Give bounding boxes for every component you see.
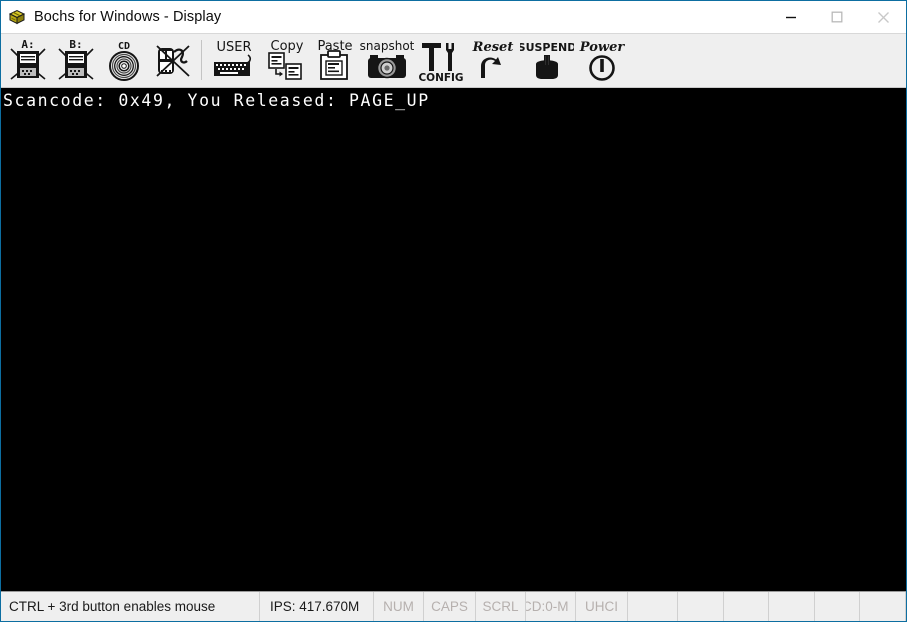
keyboard-icon: USER <box>214 40 252 76</box>
camera-icon: snapshot <box>360 39 414 79</box>
close-icon <box>877 11 889 23</box>
uhci-indicator: UHCI <box>576 592 628 621</box>
status-slot-empty-3 <box>724 592 770 621</box>
floppy-disk-b-icon: B: <box>58 38 94 80</box>
svg-text:A:: A: <box>21 38 34 51</box>
power-icon: Power <box>579 40 626 81</box>
svg-text:snapshot: snapshot <box>360 39 414 53</box>
vga-scancode-text: Scancode: 0x49, You Released: PAGE_UP <box>3 91 430 110</box>
copy-icon: Copy <box>268 39 304 80</box>
paste-button[interactable]: Paste <box>311 34 359 86</box>
user-button[interactable]: USER <box>207 34 263 86</box>
minimize-button[interactable] <box>768 2 814 33</box>
copy-button[interactable]: Copy <box>263 34 311 86</box>
floppy-disk-a-icon: A: <box>10 38 46 80</box>
power-button[interactable]: Power <box>575 34 629 86</box>
svg-text:B:: B: <box>69 38 82 51</box>
status-slot-empty-1 <box>628 592 678 621</box>
window-title: Bochs for Windows - Display <box>34 9 222 25</box>
title-bar: Bochs for Windows - Display <box>1 1 906 34</box>
maximize-button[interactable] <box>814 2 860 33</box>
toolbar-separator <box>201 40 202 80</box>
config-button[interactable]: CONFIG <box>415 34 467 86</box>
mouse-button[interactable] <box>148 34 196 86</box>
status-slot-empty-6 <box>860 592 906 621</box>
suspend-button[interactable]: SUSPEND <box>519 34 575 86</box>
minimize-icon <box>786 16 796 19</box>
status-slot-empty-4 <box>769 592 815 621</box>
maximize-icon <box>831 11 843 23</box>
scroll-lock-indicator: SCRL <box>476 592 526 621</box>
svg-text:CONFIG: CONFIG <box>418 72 463 84</box>
svg-text:Power: Power <box>579 40 626 55</box>
floppy-b-button[interactable]: B: <box>52 34 100 86</box>
status-message: CTRL + 3rd button enables mouse <box>1 592 260 621</box>
caps-lock-indicator: CAPS <box>424 592 476 621</box>
num-lock-indicator: NUM <box>374 592 424 621</box>
cdrom-disc-icon: CD <box>109 41 139 81</box>
toolbar: A: B: CD USER Copy Paste snapshot CONFIG… <box>1 34 906 88</box>
close-button[interactable] <box>860 2 906 33</box>
status-slot-empty-2 <box>678 592 724 621</box>
snapshot-button[interactable]: snapshot <box>359 34 415 86</box>
ips-counter: IPS: 417.670M <box>260 592 374 621</box>
cdrom-button[interactable]: CD <box>100 34 148 86</box>
svg-text:USER: USER <box>216 40 251 55</box>
status-slot-empty-5 <box>815 592 861 621</box>
svg-text:SUSPEND: SUSPEND <box>520 41 574 54</box>
clipboard-paste-icon: Paste <box>317 39 353 80</box>
bochs-box-icon <box>8 8 26 26</box>
reset-arrow-icon: Reset <box>472 40 514 78</box>
svg-text:CD: CD <box>118 41 130 52</box>
status-bar: CTRL + 3rd button enables mouse IPS: 417… <box>1 591 906 621</box>
svg-text:Reset: Reset <box>472 40 514 55</box>
mouse-disabled-icon <box>156 45 190 77</box>
vga-display[interactable]: Scancode: 0x49, You Released: PAGE_UP <box>1 88 906 591</box>
reset-button[interactable]: Reset <box>467 34 519 86</box>
bochs-main-window: Bochs for Windows - Display A: B: CD USE… <box>0 0 907 622</box>
floppy-a-button[interactable]: A: <box>4 34 52 86</box>
suspend-icon: SUSPEND <box>520 41 574 79</box>
tools-wrench-icon: CONFIG <box>418 43 464 84</box>
cdrom-status-indicator: CD:0-M <box>526 592 576 621</box>
svg-text:Copy: Copy <box>271 39 304 54</box>
